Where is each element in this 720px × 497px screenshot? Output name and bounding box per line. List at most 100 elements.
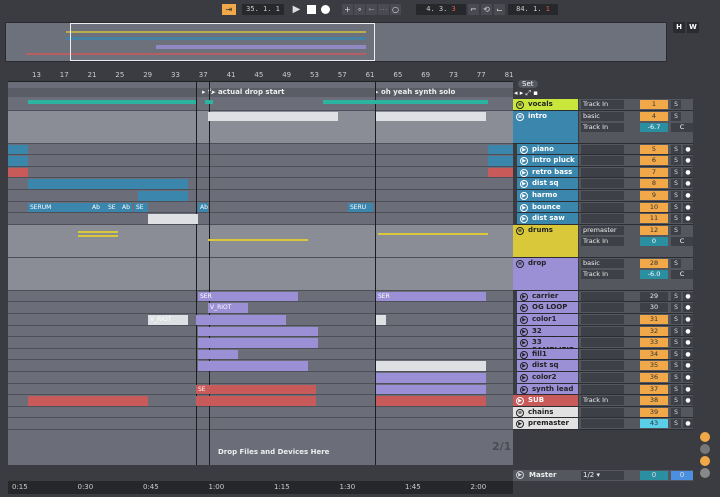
- solo-button[interactable]: S: [671, 179, 681, 189]
- track-activator[interactable]: 11: [640, 214, 668, 224]
- track-activator[interactable]: 9: [640, 191, 668, 200]
- overview-viewport[interactable]: [70, 23, 375, 61]
- lane-fill1[interactable]: [8, 348, 513, 361]
- clip[interactable]: [8, 156, 28, 166]
- volume-field[interactable]: -6.0: [640, 269, 668, 279]
- track-activator[interactable]: 1: [640, 100, 668, 109]
- locator-row[interactable]: ▸ f. ▸ actual drop start ▸ oh yeah synth…: [8, 88, 513, 97]
- back-to-arrangement-icon[interactable]: ←: [366, 4, 377, 15]
- loop-icon[interactable]: ⟲: [481, 4, 492, 15]
- clip[interactable]: [376, 315, 386, 325]
- io-select[interactable]: [581, 407, 624, 417]
- track-activator[interactable]: 8: [640, 179, 668, 189]
- solo-button[interactable]: S: [671, 225, 681, 235]
- solo-button[interactable]: S: [671, 326, 681, 336]
- track-activator[interactable]: 33: [640, 338, 668, 348]
- track-activator-icon[interactable]: ▶: [520, 339, 528, 348]
- track-activator[interactable]: 43: [640, 419, 668, 429]
- clip[interactable]: Ab: [120, 202, 132, 213]
- arm-button[interactable]: ●: [683, 384, 693, 394]
- clip[interactable]: [488, 156, 513, 166]
- track-color1[interactable]: ▶ color1 31 S ●: [513, 314, 693, 326]
- track-dist-saw[interactable]: ▶ dist saw 11 S ●: [513, 213, 693, 225]
- track-name[interactable]: ▶ synth lead: [517, 383, 578, 396]
- solo-button[interactable]: S: [671, 419, 681, 429]
- locator-nav-icon[interactable]: ◂ ▸ ⤢ ▪: [514, 89, 538, 98]
- w-button[interactable]: W: [687, 22, 699, 33]
- clip[interactable]: [198, 349, 238, 360]
- track-activator[interactable]: 6: [640, 156, 668, 166]
- track-name[interactable]: ≡ intro: [513, 110, 578, 144]
- arm-button[interactable]: ●: [683, 396, 693, 406]
- track-activator[interactable]: 12: [640, 225, 668, 235]
- track-activator-icon[interactable]: ▶: [520, 362, 528, 371]
- track-name[interactable]: ▶ fill1: [517, 348, 578, 361]
- solo-button[interactable]: S: [671, 361, 681, 371]
- track-dist-sq[interactable]: ▶ dist sq 35 S ●: [513, 360, 693, 372]
- io-select[interactable]: [581, 179, 624, 189]
- clip[interactable]: [28, 396, 148, 406]
- automation-arm-icon[interactable]: ∘: [354, 4, 365, 15]
- pan-field[interactable]: C: [671, 122, 693, 132]
- clip[interactable]: SE: [196, 384, 316, 395]
- arm-button[interactable]: ●: [683, 361, 693, 371]
- arm-button[interactable]: ●: [683, 373, 693, 382]
- track-activator-icon[interactable]: ▶: [520, 374, 528, 382]
- beat-time-ruler[interactable]: 13 17 21 25 29 33 37 41 45 49 53 57 61 65 69 73 77 81: [8, 70, 514, 82]
- clip[interactable]: SE: [134, 202, 148, 213]
- lane-drop[interactable]: [8, 257, 513, 291]
- solo-button[interactable]: S: [671, 100, 681, 109]
- track-name[interactable]: ▶ dist sq: [517, 360, 578, 372]
- clip[interactable]: V_RIOT: [148, 315, 188, 325]
- track-activator[interactable]: 10: [640, 202, 668, 212]
- io-toggle-icon[interactable]: [700, 432, 710, 442]
- master-volume[interactable]: 0: [640, 471, 668, 480]
- clip[interactable]: SER: [198, 291, 298, 302]
- clip[interactable]: [196, 315, 286, 325]
- arrangement-view[interactable]: ▸ f. ▸ actual drop start ▸ oh yeah synth…: [8, 82, 513, 465]
- track-name[interactable]: ▶32 SAMPLIFIR: [517, 325, 578, 343]
- clip[interactable]: [198, 361, 308, 371]
- clip[interactable]: [376, 384, 486, 395]
- io-select[interactable]: Track In: [581, 236, 624, 246]
- io-select[interactable]: [581, 214, 624, 224]
- arm-button[interactable]: ●: [683, 191, 693, 200]
- master-output-select[interactable]: 1/2 ▾: [581, 471, 624, 480]
- follow-icon[interactable]: ⇥: [222, 4, 236, 15]
- io-select[interactable]: [581, 202, 624, 212]
- track-color2[interactable]: ▶ color2 36 S ●: [513, 372, 693, 384]
- io-select[interactable]: [581, 338, 624, 348]
- io-select[interactable]: [581, 361, 624, 371]
- track-32-samplifir[interactable]: ▶32 SAMPLIFIR 32S●: [513, 325, 693, 343]
- time-ruler[interactable]: 0:15 0:30 0:45 1:00 1:15 1:30 1:45 2:00: [8, 481, 513, 494]
- clip[interactable]: SE: [106, 202, 118, 213]
- track-bounce-saw[interactable]: ▶bounce saw 10S●: [513, 201, 693, 219]
- clip[interactable]: [198, 338, 318, 348]
- clip[interactable]: [376, 396, 486, 406]
- io-select[interactable]: [581, 349, 624, 359]
- solo-button[interactable]: S: [671, 396, 681, 406]
- record-icon[interactable]: [320, 4, 331, 15]
- session-record-icon[interactable]: ○: [390, 4, 401, 15]
- pan-field[interactable]: C: [671, 269, 693, 279]
- track-activator-icon[interactable]: ▶: [520, 350, 528, 359]
- track-carrier[interactable]: ▶ carrier 29 S ●: [513, 290, 693, 303]
- clip[interactable]: SER: [376, 291, 486, 302]
- track-activator-icon[interactable]: ▶: [520, 145, 528, 154]
- track-drop[interactable]: ≡ drop basic Track In 28 S -6.0 C: [513, 257, 693, 291]
- clip[interactable]: V_RIOT: [208, 303, 248, 313]
- clip[interactable]: [323, 100, 383, 104]
- clip[interactable]: [488, 144, 513, 155]
- track-activator-icon[interactable]: ▶: [520, 215, 528, 224]
- io-select[interactable]: [581, 191, 624, 200]
- io-select[interactable]: Track In: [581, 100, 624, 109]
- clip[interactable]: [196, 396, 316, 406]
- lane-chains[interactable]: [8, 406, 513, 419]
- track-name[interactable]: ≡ drums: [513, 224, 578, 258]
- track-vocals[interactable]: ≡ vocals Track In 1 S: [513, 99, 693, 111]
- track-activator-icon[interactable]: ▶: [520, 316, 528, 324]
- clip[interactable]: [8, 167, 28, 178]
- arm-button[interactable]: ●: [683, 303, 693, 313]
- mixer-toggle-icon[interactable]: [700, 456, 710, 466]
- lane-og-loop[interactable]: [8, 302, 513, 314]
